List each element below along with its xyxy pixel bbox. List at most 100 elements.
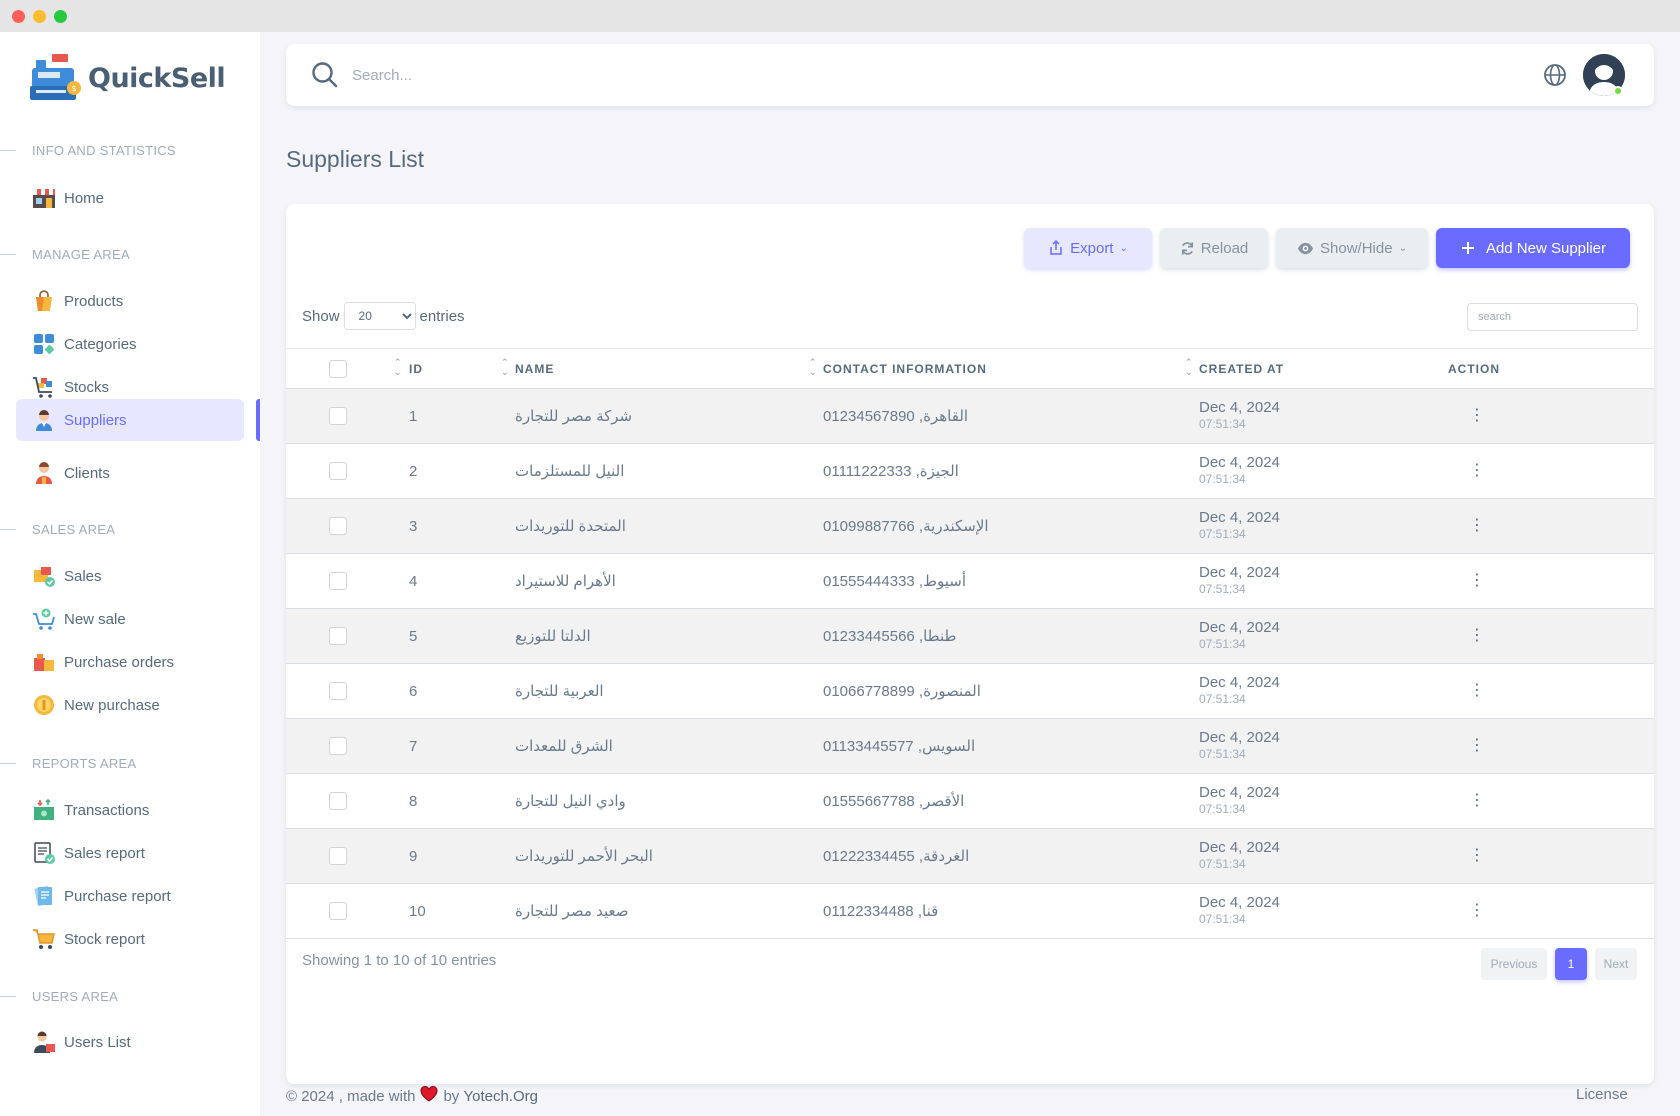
footer: © 2024 , made with by Yotech.Org: [286, 1086, 538, 1106]
sidebar-item-label: New purchase: [64, 696, 160, 714]
sidebar-item-home[interactable]: Home: [16, 177, 244, 219]
row-checkbox[interactable]: [329, 462, 347, 481]
cell-action: ⋮: [1409, 664, 1654, 719]
supplier-name: صعيد مصر للتجارة: [515, 903, 629, 920]
export-button[interactable]: Export ⌄: [1024, 228, 1152, 268]
sidebar-item-new-purchase[interactable]: New purchase: [16, 684, 244, 726]
cell-created-at: Dec 4, 2024 07:51:34: [1181, 664, 1409, 719]
pagination-page-1[interactable]: 1: [1555, 948, 1587, 980]
sidebar-item-purchase-report[interactable]: Purchase report: [16, 875, 244, 917]
cell-contact: 01099887766 ,الإسكندرية: [823, 518, 989, 535]
show-hide-columns-button[interactable]: Show/Hide ⌄: [1276, 228, 1428, 268]
row-checkbox[interactable]: [329, 517, 347, 536]
created-date: Dec 4, 2024: [1199, 784, 1280, 801]
chevron-down-icon: ⌄: [1119, 242, 1128, 254]
sidebar-item-products[interactable]: Products: [16, 280, 244, 322]
table-search-input[interactable]: [1467, 303, 1638, 331]
sidebar-item-sales-report[interactable]: Sales report: [16, 832, 244, 874]
row-checkbox[interactable]: [329, 847, 347, 866]
more-vertical-icon[interactable]: ⋮: [1467, 628, 1487, 644]
column-header-contact[interactable]: ⌃ ⌄ CONTACT INFORMATION: [805, 349, 1181, 389]
footer-copyright: © 2024 , made with: [286, 1087, 416, 1105]
sidebar-item-purchase-orders[interactable]: Purchase orders: [16, 641, 244, 683]
reload-button[interactable]: Reload: [1160, 228, 1268, 268]
footer-author-link[interactable]: Yotech.Org: [463, 1088, 538, 1105]
supplier-person-icon: [32, 408, 56, 432]
created-time: 07:51:34: [1199, 637, 1246, 651]
menu-header-manage: MANAGE AREA: [0, 244, 130, 264]
more-vertical-icon[interactable]: ⋮: [1467, 573, 1487, 589]
cell-name: الأهرام للاستيراد: [497, 554, 805, 609]
sidebar-item-categories[interactable]: Categories: [16, 323, 244, 365]
cell-action: ⋮: [1409, 444, 1654, 499]
sidebar-item-label: Home: [64, 189, 105, 207]
table-row: 9 البحر الأحمر للتوريدات 01222334455 ,الغر…: [286, 828, 1654, 884]
more-vertical-icon[interactable]: ⋮: [1467, 903, 1487, 919]
cell-created-at: Dec 4, 2024 07:51:34: [1181, 444, 1409, 499]
sidebar-item-clients[interactable]: Clients: [16, 452, 244, 494]
more-vertical-icon[interactable]: ⋮: [1467, 848, 1487, 864]
maximize-window-button[interactable]: [54, 10, 67, 23]
more-vertical-icon[interactable]: ⋮: [1467, 793, 1487, 809]
sidebar-item-sales[interactable]: Sales: [16, 555, 244, 597]
footer-by: by: [443, 1087, 460, 1105]
more-vertical-icon[interactable]: ⋮: [1467, 518, 1487, 534]
row-checkbox[interactable]: [329, 627, 347, 646]
row-checkbox-cell: [286, 609, 390, 664]
export-label: Export: [1070, 239, 1114, 257]
row-checkbox[interactable]: [329, 792, 347, 811]
column-header-created-at[interactable]: ⌃ ⌄ CREATED AT: [1181, 349, 1409, 389]
select-all-checkbox-cell: [286, 349, 390, 389]
export-icon: [1050, 240, 1062, 255]
minimize-window-button[interactable]: [33, 10, 46, 23]
column-header-action: ACTION: [1448, 361, 1500, 376]
row-checkbox[interactable]: [329, 407, 347, 426]
more-vertical-icon[interactable]: ⋮: [1467, 408, 1487, 424]
search-icon: [310, 60, 340, 95]
cell-action: ⋮: [1409, 499, 1654, 554]
add-new-supplier-button[interactable]: Add New Supplier: [1436, 228, 1630, 268]
purchase-orders-icon: [32, 650, 56, 674]
suppliers-card: Export ⌄ Reload Show/Hide ⌄ Add New Supp…: [286, 204, 1654, 1084]
row-checkbox[interactable]: [329, 572, 347, 591]
cell-name: الدلتا للتوزيع: [497, 609, 805, 664]
close-window-button[interactable]: [12, 10, 25, 23]
more-vertical-icon[interactable]: ⋮: [1467, 738, 1487, 754]
row-checkbox[interactable]: [329, 682, 347, 701]
entries-select[interactable]: 20: [343, 302, 416, 330]
sort-icon: ⌃ ⌄: [809, 357, 818, 377]
row-checkbox-cell: [286, 499, 390, 554]
select-all-checkbox[interactable]: [329, 359, 347, 378]
brand[interactable]: $ QuickSell: [30, 50, 226, 106]
sidebar-item-users-list[interactable]: Users List: [16, 1021, 244, 1063]
cell-id: 10: [409, 902, 426, 920]
more-vertical-icon[interactable]: ⋮: [1467, 463, 1487, 479]
column-header-name[interactable]: ⌃ ⌄ NAME: [497, 349, 805, 389]
more-vertical-icon[interactable]: ⋮: [1467, 683, 1487, 699]
store-icon: [32, 186, 56, 210]
license-link[interactable]: License: [1576, 1086, 1628, 1103]
sidebar-item-suppliers[interactable]: Suppliers: [16, 399, 244, 441]
sidebar-item-label: Categories: [64, 335, 137, 353]
created-time: 07:51:34: [1199, 472, 1246, 486]
sidebar-item-stock-report[interactable]: Stock report: [16, 918, 244, 960]
created-date: Dec 4, 2024: [1199, 509, 1280, 526]
sidebar-item-transactions[interactable]: Transactions: [16, 789, 244, 831]
row-checkbox[interactable]: [329, 902, 347, 921]
row-checkbox[interactable]: [329, 737, 347, 756]
pagination-next[interactable]: Next: [1595, 948, 1637, 980]
cell-contact: 01066778899 ,المنصورة: [823, 683, 981, 700]
row-checkbox-cell: [286, 774, 390, 829]
globe-icon[interactable]: [1543, 63, 1567, 92]
cell-name: شركة مصر للتجارة: [497, 389, 805, 444]
global-search-input[interactable]: [352, 60, 752, 90]
table-row: 8 وادي النيل للتجارة 01555667788 ,الأقصر De…: [286, 774, 1654, 829]
sidebar-item-label: Clients: [64, 464, 110, 482]
column-header-id[interactable]: ⌃ ⌄ ID: [390, 349, 497, 389]
heart-icon: [420, 1086, 438, 1106]
sidebar-item-new-sale[interactable]: New sale: [16, 598, 244, 640]
cart-icon: [32, 927, 56, 951]
pagination-previous[interactable]: Previous: [1481, 948, 1547, 980]
cell-contact: 01111222333 ,الجيزة: [823, 463, 959, 480]
sidebar-item-label: Purchase report: [64, 887, 171, 905]
